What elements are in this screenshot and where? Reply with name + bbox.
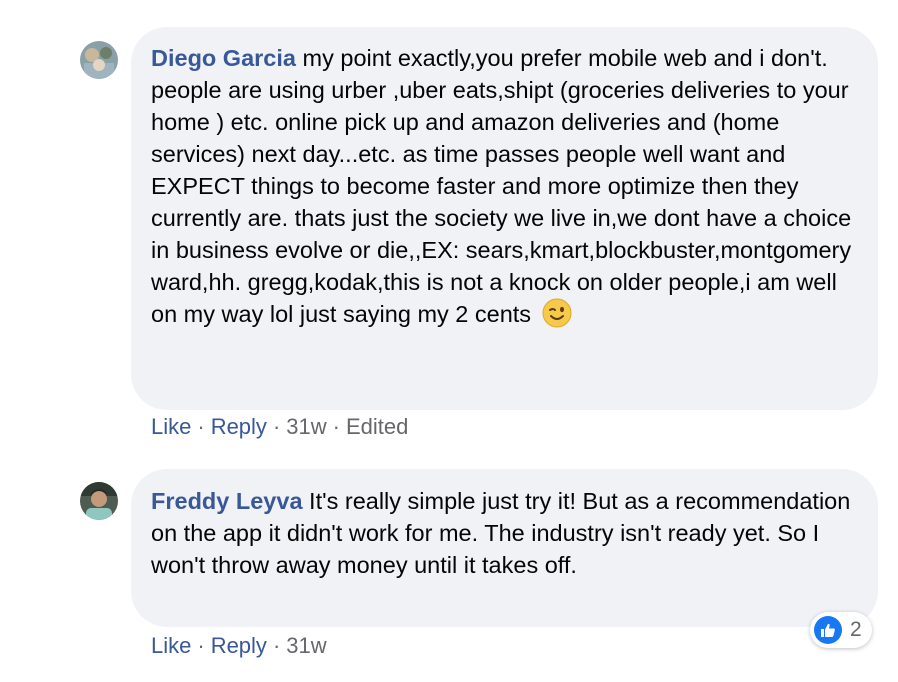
- comment-actions-diego: Like · Reply · 31w · Edited: [151, 413, 408, 441]
- separator: ·: [272, 633, 281, 658]
- separator: ·: [197, 414, 205, 439]
- like-link[interactable]: Like: [151, 633, 191, 658]
- reaction-summary[interactable]: 2: [810, 612, 872, 648]
- thumbs-up-icon: [814, 616, 842, 644]
- comment-author[interactable]: Freddy Leyva: [151, 488, 303, 514]
- reaction-count: 2: [850, 618, 862, 641]
- edited-label[interactable]: Edited: [346, 414, 408, 439]
- like-link[interactable]: Like: [151, 414, 191, 439]
- reply-link[interactable]: Reply: [211, 414, 267, 439]
- separator: ·: [197, 633, 205, 658]
- wink-emoji-icon: [542, 298, 572, 328]
- comment-text: my point exactly,you prefer mobile web a…: [151, 45, 852, 327]
- timestamp[interactable]: 31w: [286, 633, 326, 658]
- separator: ·: [272, 414, 281, 439]
- separator: ·: [332, 414, 340, 439]
- avatar-diego-garcia[interactable]: [80, 41, 118, 79]
- avatar-freddy-leyva[interactable]: [80, 482, 118, 520]
- timestamp[interactable]: 31w: [286, 414, 326, 439]
- comment-actions-freddy: Like · Reply · 31w: [151, 632, 327, 660]
- comment-bubble-freddy: Freddy Leyva It's really simple just try…: [131, 469, 878, 627]
- reply-link[interactable]: Reply: [211, 633, 267, 658]
- comment-author[interactable]: Diego Garcia: [151, 45, 296, 71]
- comment-bubble-diego: Diego Garcia my point exactly,you prefer…: [131, 27, 878, 410]
